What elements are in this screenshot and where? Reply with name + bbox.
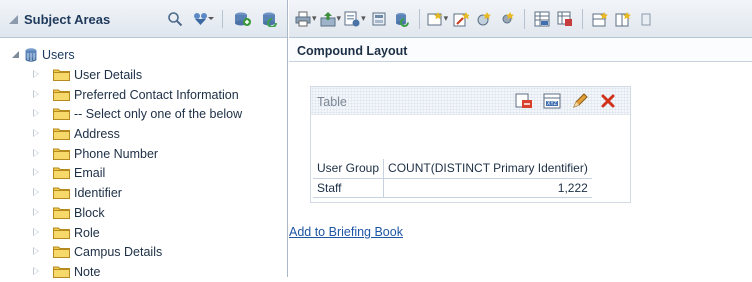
folder-icon bbox=[53, 69, 70, 81]
tree-folder-note[interactable]: Note bbox=[0, 262, 287, 282]
subject-areas-panel: Subject Areas Users User Details Preferr… bbox=[0, 0, 288, 279]
collapsed-arrow-icon[interactable] bbox=[33, 247, 39, 256]
settings-icon[interactable] bbox=[497, 8, 517, 30]
manage-views-icon[interactable] bbox=[474, 8, 494, 30]
collapsed-arrow-icon[interactable] bbox=[33, 129, 39, 138]
folder-icon bbox=[53, 187, 70, 200]
tree-root-users[interactable]: Users bbox=[0, 46, 287, 65]
table-header-row: User Group COUNT(DISTINCT Primary Identi… bbox=[313, 159, 592, 179]
collapsed-arrow-icon[interactable] bbox=[33, 70, 39, 78]
subject-areas-title: Subject Areas bbox=[24, 12, 111, 27]
toolbar-divider bbox=[222, 10, 223, 28]
tree-folder-role[interactable]: Role bbox=[0, 223, 287, 243]
new-column-icon[interactable] bbox=[613, 8, 633, 30]
table-view-header: Table XYZ bbox=[311, 87, 630, 115]
folder-icon bbox=[53, 266, 70, 278]
tree-folder-label: Role bbox=[74, 225, 100, 240]
folder-icon bbox=[53, 167, 70, 180]
collapse-panel-icon[interactable] bbox=[9, 15, 18, 24]
tree-folder-label: Identifier bbox=[74, 186, 122, 201]
new-row-icon[interactable] bbox=[590, 8, 610, 30]
edit-view-icon[interactable] bbox=[451, 8, 471, 30]
add-subject-area-icon[interactable] bbox=[231, 9, 253, 29]
folder-icon bbox=[53, 246, 70, 259]
main-toolbar bbox=[289, 0, 752, 38]
results-table: User Group COUNT(DISTINCT Primary Identi… bbox=[313, 159, 592, 198]
collapsed-arrow-icon[interactable] bbox=[33, 148, 39, 157]
toolbar-divider bbox=[418, 8, 420, 29]
expanded-arrow-icon[interactable] bbox=[12, 51, 19, 58]
refresh-icon[interactable] bbox=[392, 8, 412, 30]
compound-layout-panel: Compound Layout Table XYZ U bbox=[289, 0, 752, 277]
compound-layout-title: Compound Layout bbox=[297, 44, 408, 58]
search-icon[interactable] bbox=[164, 9, 186, 29]
folder-icon bbox=[53, 207, 70, 219]
tree-root-label: Users bbox=[42, 48, 75, 62]
tree-folder-label: Email bbox=[74, 166, 106, 181]
tree-folder-campus-details[interactable]: Campus Details bbox=[0, 242, 287, 262]
tree-folder-preferred-contact[interactable]: Preferred Contact Information bbox=[0, 85, 287, 105]
edit-pencil-icon[interactable] bbox=[570, 92, 590, 110]
table-row: Staff 1,222 bbox=[313, 178, 592, 198]
table-cell-count: 1,222 bbox=[383, 178, 592, 198]
tree-folder-label: Block bbox=[74, 205, 105, 220]
format-view-icon[interactable]: XYZ bbox=[542, 92, 562, 110]
tree-folder-address[interactable]: Address bbox=[0, 124, 287, 144]
folder-icon bbox=[53, 128, 70, 141]
page-options-icon[interactable] bbox=[344, 8, 366, 30]
more-icon[interactable] bbox=[636, 8, 656, 30]
folder-icon bbox=[53, 148, 70, 160]
pivot-view-icon[interactable] bbox=[555, 8, 575, 30]
tree-folder-label: -- Select only one of the below bbox=[74, 107, 243, 122]
table-view-title: Table bbox=[317, 95, 347, 109]
collapsed-arrow-icon[interactable] bbox=[33, 227, 39, 236]
table-view: Table XYZ User Group COUNT(DISTINCT Prim… bbox=[310, 86, 631, 203]
database-icon bbox=[23, 47, 39, 63]
toolbar-divider bbox=[524, 8, 526, 29]
show-hide-icon[interactable] bbox=[369, 8, 389, 30]
filter-icon[interactable] bbox=[192, 9, 214, 29]
tree-folder-label: Address bbox=[74, 127, 120, 142]
tree-folder-label: Phone Number bbox=[74, 146, 159, 161]
add-to-briefing-book-link[interactable]: Add to Briefing Book bbox=[289, 225, 403, 239]
tree-folder-block[interactable]: Block bbox=[0, 203, 287, 223]
tree-folder-label: Campus Details bbox=[74, 245, 163, 260]
tree-folder-phone-number[interactable]: Phone Number bbox=[0, 144, 287, 164]
table-cell-user-group: Staff bbox=[313, 178, 385, 198]
folder-icon bbox=[53, 227, 70, 239]
compound-layout-header: Compound Layout bbox=[289, 38, 752, 62]
tree-folder-user-details[interactable]: User Details bbox=[0, 65, 287, 85]
svg-text:XYZ: XYZ bbox=[547, 101, 557, 107]
folder-icon bbox=[53, 89, 70, 101]
collapsed-arrow-icon[interactable] bbox=[33, 266, 39, 275]
new-view-icon[interactable] bbox=[427, 8, 449, 30]
delete-x-icon[interactable] bbox=[598, 92, 618, 110]
remove-view-icon[interactable] bbox=[514, 92, 534, 110]
collapsed-arrow-icon[interactable] bbox=[33, 188, 39, 197]
tree-folder-label: User Details bbox=[74, 68, 143, 82]
folder-icon bbox=[53, 108, 70, 121]
export-icon[interactable] bbox=[320, 8, 342, 30]
subject-area-tree: Users User Details Preferred Contact Inf… bbox=[0, 38, 287, 279]
tree-folder-email[interactable]: Email bbox=[0, 163, 287, 183]
refresh-icon[interactable] bbox=[259, 9, 281, 29]
collapsed-arrow-icon[interactable] bbox=[33, 168, 39, 177]
tree-folder-select-only-one[interactable]: -- Select only one of the below bbox=[0, 104, 287, 124]
print-icon[interactable] bbox=[295, 8, 317, 30]
toolbar-divider bbox=[582, 8, 584, 29]
column-header-user-group[interactable]: User Group bbox=[313, 159, 385, 179]
tree-folder-identifier[interactable]: Identifier bbox=[0, 183, 287, 203]
column-header-count[interactable]: COUNT(DISTINCT Primary Identifier) bbox=[383, 159, 592, 179]
tree-folder-label: Preferred Contact Information bbox=[74, 87, 239, 102]
collapsed-arrow-icon[interactable] bbox=[33, 207, 39, 216]
collapsed-arrow-icon[interactable] bbox=[33, 89, 39, 98]
table-view-icon[interactable] bbox=[532, 8, 552, 30]
subject-areas-header: Subject Areas bbox=[0, 0, 287, 38]
collapsed-arrow-icon[interactable] bbox=[33, 109, 39, 118]
